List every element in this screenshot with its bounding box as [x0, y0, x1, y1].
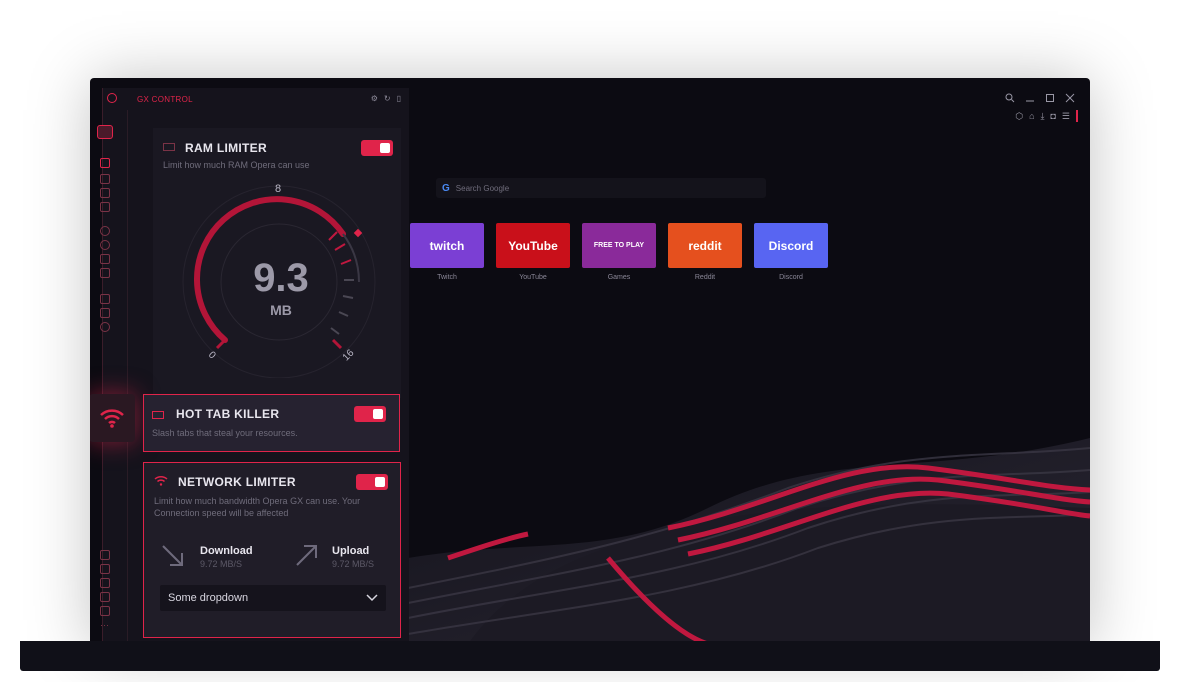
speed-dial-youtube[interactable]: YouTube YouTube [496, 223, 570, 281]
hot-tab-killer-title: HOT TAB KILLER [176, 407, 280, 421]
messenger-icon[interactable] [100, 226, 110, 236]
settings-icon[interactable]: ⚙ [371, 94, 378, 103]
gauge-mid-label: 8 [275, 183, 282, 195]
home-icon[interactable] [97, 125, 113, 139]
opera-logo-icon[interactable] [107, 93, 117, 103]
hot-tab-killer-toggle[interactable] [354, 406, 386, 422]
window-controls [1004, 92, 1076, 104]
games-logo: FREE TO PLAY [582, 223, 656, 268]
more-icon[interactable]: ⋯ [100, 620, 110, 630]
speed-dial-label: Games [607, 274, 631, 281]
network-limiter-subtitle-line2: Connection speed will be affected [154, 508, 289, 518]
gamepad-icon[interactable]: ◘ [1050, 111, 1055, 121]
close-icon[interactable] [1064, 92, 1076, 104]
ram-unit: MB [270, 302, 292, 318]
speed-dial-discord[interactable]: Discord Discord [754, 223, 828, 281]
telegram-icon[interactable] [100, 268, 110, 278]
music-sidebar-icon[interactable] [100, 592, 110, 602]
network-wifi-icon [154, 475, 168, 486]
settings-sidebar-icon[interactable] [100, 322, 110, 332]
twitch-logo: twitch [410, 223, 484, 268]
speed-dial-label: Reddit [694, 274, 716, 281]
download-icon[interactable]: ⤓ [1041, 111, 1045, 122]
ram-limiter-title: RAM LIMITER [185, 141, 267, 155]
whatsapp-icon[interactable] [100, 240, 110, 250]
network-limiter-shortcut[interactable] [90, 394, 135, 442]
network-limiter-subtitle-line1: Limit how much bandwidth Opera GX can us… [154, 496, 361, 506]
hot-tab-killer-subtitle: Slash tabs that steal your resources. [152, 428, 298, 438]
search-placeholder: Search Google [455, 183, 510, 193]
gx-corner-icon[interactable] [100, 188, 110, 198]
maximize-icon[interactable] [1044, 92, 1056, 104]
gx-sidebar-icon[interactable] [100, 606, 110, 616]
network-limiter-title: NETWORK LIMITER [178, 475, 296, 489]
pin-icon[interactable]: ▯ [397, 94, 401, 103]
upload-arrow-icon [296, 545, 317, 566]
speed-dial-label: YouTube [519, 274, 547, 281]
browser-toolbar: ⬡ ⌂ ⤓ ◘ ☰ [1015, 110, 1078, 122]
wifi-sidebar-icon[interactable] [100, 564, 110, 574]
download-value: 9.72 MB/S [200, 559, 243, 569]
chevron-down-icon [366, 594, 378, 602]
network-dropdown[interactable]: Some dropdown [160, 585, 386, 611]
toggle-knob [375, 477, 385, 487]
hot-tab-killer-card: HOT TAB KILLER Slash tabs that steal you… [143, 394, 400, 452]
ram-limiter-toggle[interactable] [361, 140, 393, 156]
toggle-knob [373, 409, 383, 419]
search-input[interactable]: G Search Google [436, 178, 766, 198]
reddit-logo: reddit [668, 223, 742, 268]
dropdown-value: Some dropdown [168, 592, 249, 604]
gx-control-panel: GX CONTROL ⚙ ↻ ▯ ⋯ RAM LIMITER Limit how… [90, 88, 409, 644]
google-icon: G [442, 182, 450, 194]
menu-icon[interactable]: ☰ [1062, 111, 1070, 122]
twitch-icon[interactable] [100, 254, 110, 264]
ram-limiter-subtitle: Limit how much RAM Opera can use [163, 160, 310, 170]
speed-dial-games[interactable]: FREE TO PLAY Games [582, 223, 656, 281]
downloads-icon[interactable] [100, 308, 110, 318]
panel-tools: ⚙ ↻ ▯ [371, 94, 401, 103]
ram-sidebar-icon[interactable] [100, 550, 110, 560]
laptop-base [20, 641, 1160, 671]
speed-dial-reddit[interactable]: reddit Reddit [668, 223, 742, 281]
youtube-logo: YouTube [496, 223, 570, 268]
discord-logo: Discord [754, 223, 828, 268]
accent-bar [1076, 110, 1078, 122]
search-icon[interactable] [1004, 92, 1016, 104]
wifi-icon [100, 409, 124, 428]
network-limiter-card: NETWORK LIMITER Limit how much bandwidth… [143, 462, 401, 638]
speed-dial-label: Discord [779, 274, 803, 281]
upload-value: 9.72 MB/S [332, 559, 375, 569]
background-wave-art [408, 258, 1090, 644]
ram-limiter-card: RAM LIMITER Limit how much RAM Opera can… [153, 128, 401, 398]
store-icon[interactable] [100, 174, 110, 184]
download-arrow-icon [162, 545, 183, 566]
toggle-knob [380, 143, 390, 153]
speed-dials: twitch Twitch YouTube YouTube FREE TO PL… [410, 223, 828, 281]
upload-label: Upload [332, 545, 370, 557]
speed-dial-twitch[interactable]: twitch Twitch [410, 223, 484, 281]
ram-value: 9.3 [253, 256, 309, 300]
panel-title: GX CONTROL [137, 95, 193, 104]
news-icon[interactable] [100, 202, 110, 212]
extensions-icon[interactable]: ⬡ [1015, 111, 1023, 122]
ram-icon [163, 143, 175, 151]
browser-screen: ⬡ ⌂ ⤓ ◘ ☰ G Search Google twitch Twitch … [90, 78, 1090, 644]
network-limiter-toggle[interactable] [356, 474, 388, 490]
bookmark-icon[interactable] [100, 294, 110, 304]
download-label: Download [200, 545, 253, 557]
gx-control-icon[interactable] [100, 158, 110, 168]
hot-tab-icon [152, 411, 164, 419]
sidebar: ⋯ [97, 110, 128, 644]
minimize-icon[interactable] [1024, 92, 1036, 104]
cpu-sidebar-icon[interactable] [100, 578, 110, 588]
profile-icon[interactable]: ⌂ [1029, 111, 1034, 121]
speed-dial-label: Twitch [437, 274, 457, 281]
refresh-icon[interactable]: ↻ [384, 94, 391, 103]
